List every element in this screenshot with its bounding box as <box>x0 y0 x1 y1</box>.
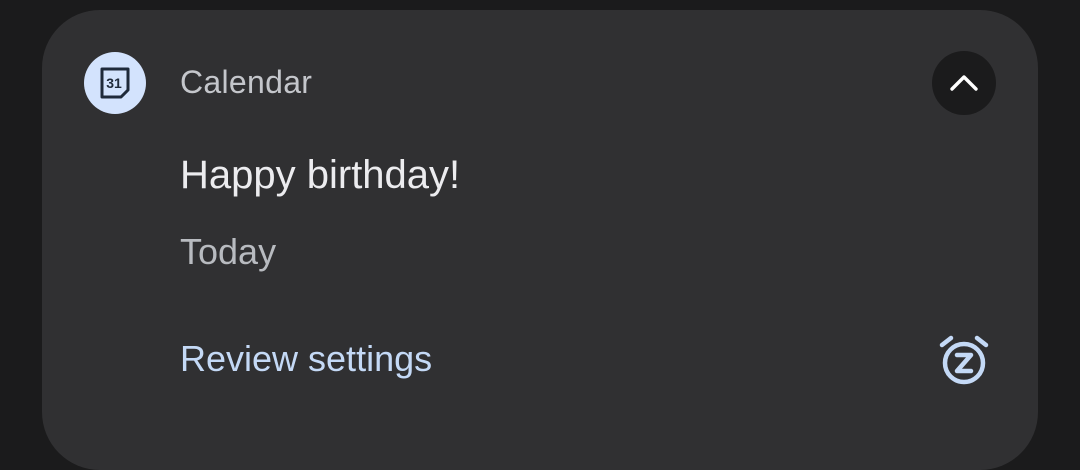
app-name: Calendar <box>180 64 313 100</box>
snooze-button[interactable] <box>932 328 996 392</box>
review-settings-button[interactable]: Review settings <box>180 338 432 380</box>
calendar-app-icon: 31 <box>84 52 146 114</box>
notification-title: Happy birthday! <box>180 153 461 197</box>
snooze-alarm-icon <box>939 335 989 385</box>
calendar-icon-date: 31 <box>106 75 122 91</box>
calendar-31-icon: 31 <box>100 67 130 99</box>
chevron-up-icon <box>950 75 978 91</box>
collapse-button[interactable] <box>932 51 996 115</box>
notification-time: Today <box>180 231 277 272</box>
